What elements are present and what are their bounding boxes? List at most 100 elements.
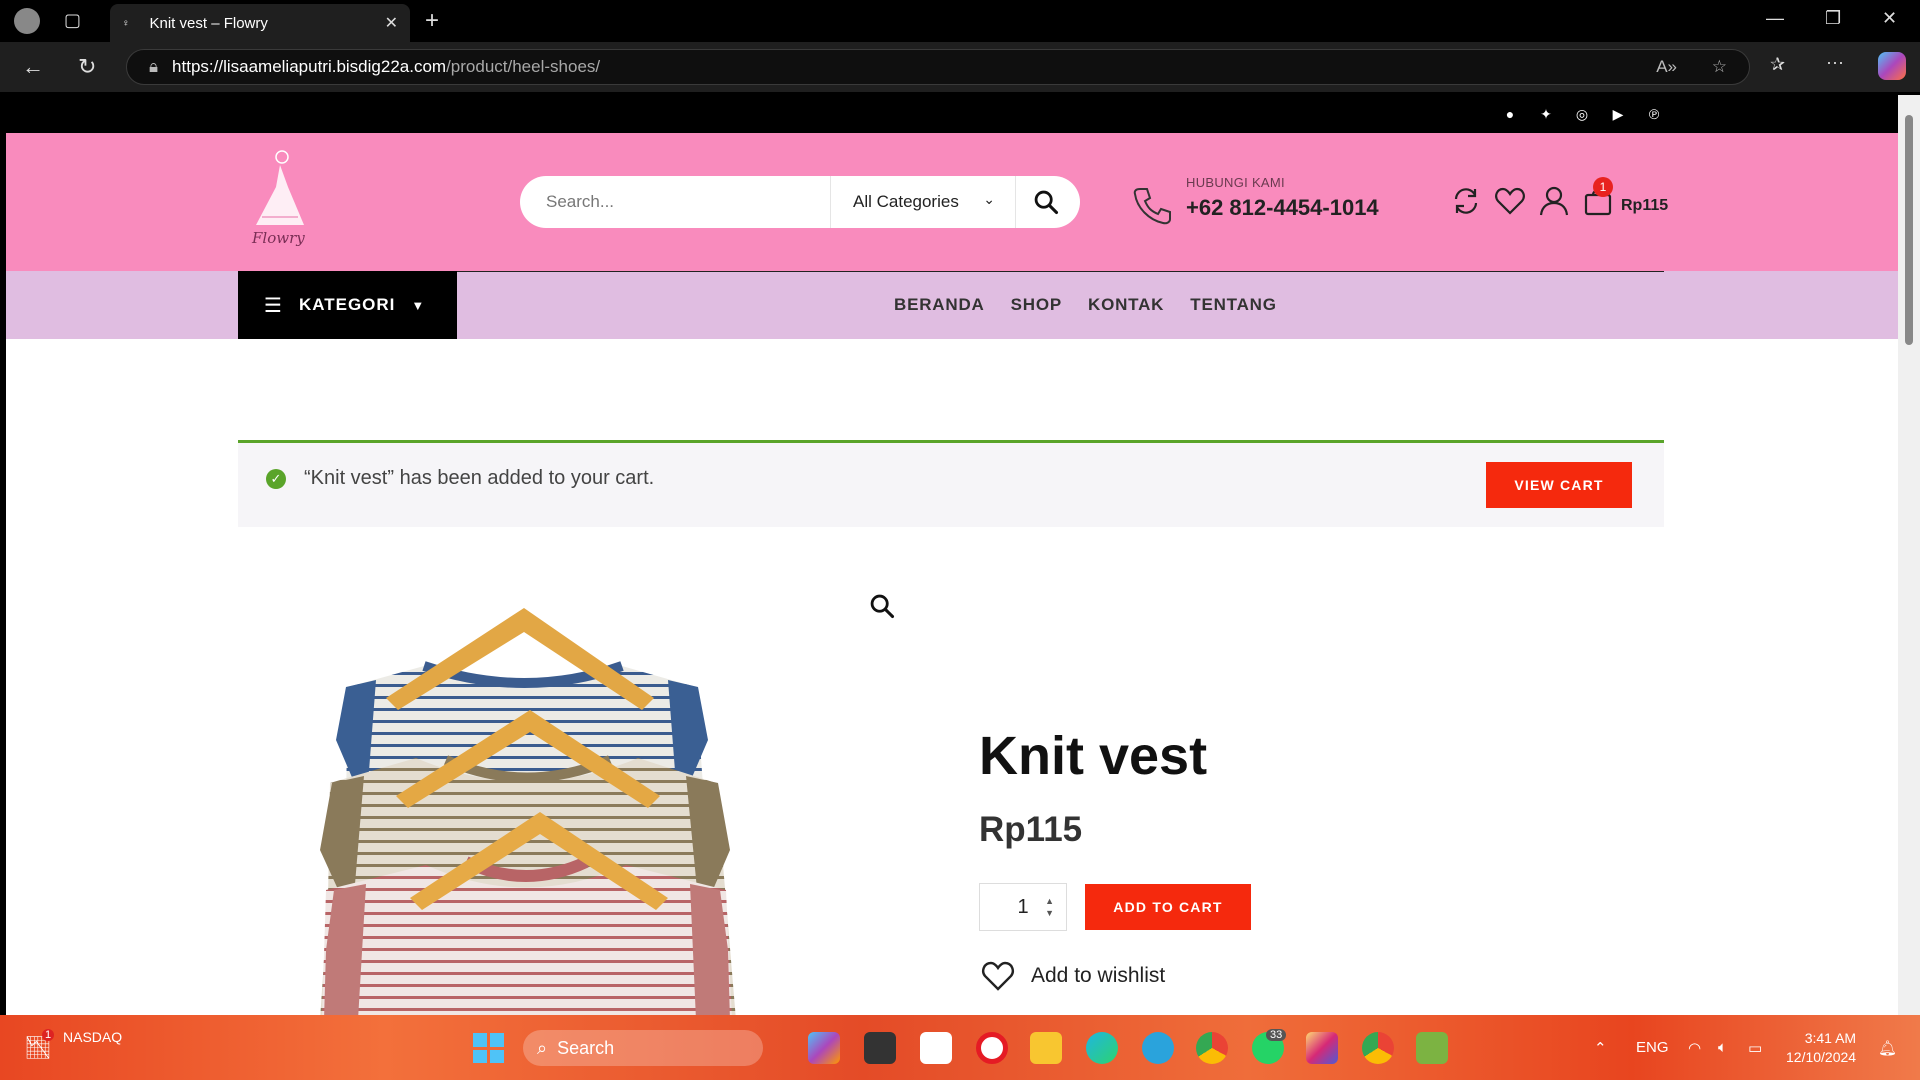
edge-icon[interactable] [1086, 1032, 1118, 1064]
file-explorer-icon[interactable] [1030, 1032, 1062, 1064]
hamburger-icon: ☰ [264, 294, 283, 317]
nav-item-kontak[interactable]: KONTAK [1088, 295, 1164, 315]
battery-icon[interactable]: ▭ [1748, 1039, 1762, 1057]
main-navigation: ☰ KATEGORI ▼ BERANDA SHOP KONTAK TENTANG [6, 271, 1898, 339]
search-icon: ⌕ [537, 1037, 548, 1058]
wishlist-heart-icon[interactable] [1494, 185, 1526, 217]
microsoft-store-icon[interactable] [920, 1032, 952, 1064]
windows-taskbar: 📉︎ 1 NASDAQ ⌕ Search 33 ⌃ ENG ◠ 🔈︎ ▭ 3:4… [0, 1015, 1920, 1080]
cart-notice: ✓ “Knit vest” has been added to your car… [238, 440, 1664, 527]
search-bar: All Categories ⌄ [520, 176, 1080, 228]
view-cart-button[interactable]: VIEW CART [1486, 462, 1632, 508]
new-tab-icon[interactable]: + [425, 7, 439, 35]
opera-icon[interactable] [976, 1032, 1008, 1064]
scrollbar-thumb[interactable] [1905, 115, 1913, 345]
compare-icon[interactable] [1450, 185, 1482, 217]
contact-phone[interactable]: +62 812-4454-1014 [1186, 195, 1379, 221]
widget-title[interactable]: NASDAQ [63, 1029, 122, 1045]
reload-icon[interactable]: ↻ [78, 54, 96, 80]
browser-tab[interactable]: ♀ Knit vest – Flowry ✕ [110, 4, 410, 42]
search-icon[interactable] [1032, 188, 1060, 216]
tab-title: Knit vest – Flowry [149, 14, 268, 32]
copilot-app-icon[interactable] [808, 1032, 840, 1064]
quantity-stepper[interactable]: 1 ▲ ▼ [979, 883, 1067, 931]
tab-close-icon[interactable]: ✕ [385, 13, 398, 33]
profile-avatar[interactable] [14, 8, 40, 34]
lock-icon: 🔒︎ [149, 57, 159, 76]
browser-toolbar: ← ↻ 🔒︎ https://lisaameliaputri.bisdig22a… [0, 42, 1920, 92]
language-indicator[interactable]: ENG [1636, 1039, 1669, 1056]
volume-icon[interactable]: 🔈︎ [1718, 1039, 1727, 1056]
tab-actions-icon[interactable]: ▢ [64, 10, 81, 31]
taskbar-clock[interactable]: 3:41 AM 12/10/2024 [1786, 1029, 1856, 1067]
svg-text:Flowry: Flowry [251, 229, 305, 247]
favorites-icon[interactable]: ✰ [1770, 54, 1785, 75]
nav-item-tentang[interactable]: TENTANG [1190, 295, 1277, 315]
notification-bell-icon[interactable]: 🔔︎ [1878, 1039, 1897, 1057]
heart-icon [982, 961, 1014, 991]
more-menu-icon[interactable]: ··· [1826, 52, 1844, 73]
kategori-menu-button[interactable]: ☰ KATEGORI ▼ [238, 271, 457, 339]
category-select-value: All Categories [853, 192, 959, 211]
add-to-cart-button[interactable]: ADD TO CART [1085, 884, 1251, 930]
url-path: /product/heel-shoes/ [446, 57, 601, 76]
widget-badge: 1 [42, 1029, 55, 1041]
nav-menu: BERANDA SHOP KONTAK TENTANG [894, 271, 1277, 339]
instagram-app-icon[interactable] [1306, 1032, 1338, 1064]
nav-item-shop[interactable]: SHOP [1011, 295, 1062, 315]
whatsapp-badge: 33 [1266, 1029, 1287, 1041]
close-window-icon[interactable]: ✕ [1882, 8, 1897, 29]
tab-favicon-icon: ♀ [122, 17, 130, 29]
flowry-logo[interactable]: Flowry [242, 147, 314, 251]
account-user-icon[interactable] [1538, 185, 1570, 217]
chevron-down-icon: ⌄ [983, 191, 995, 207]
kategori-label: KATEGORI [298, 295, 396, 314]
page-scrollbar[interactable] [1898, 95, 1920, 1015]
notice-message: “Knit vest” has been added to your cart. [304, 467, 655, 489]
product-image[interactable] [316, 600, 916, 1015]
telegram-icon[interactable] [1142, 1032, 1174, 1064]
wifi-icon[interactable]: ◠ [1688, 1039, 1701, 1057]
youtube-icon[interactable]: ▶ [1608, 104, 1628, 124]
app-icon-cube[interactable] [864, 1032, 896, 1064]
clock-time: 3:41 AM [1804, 1030, 1857, 1046]
cart-total[interactable]: Rp115 [1621, 197, 1668, 215]
browser-titlebar: ▢ ♀ Knit vest – Flowry ✕ + — ❐ ✕ [0, 0, 1920, 42]
restore-icon[interactable]: ❐ [1825, 8, 1841, 29]
quantity-value: 1 [1017, 895, 1029, 918]
success-check-icon: ✓ [266, 469, 286, 489]
instagram-icon[interactable]: ◎ [1572, 104, 1592, 124]
taskbar-search[interactable]: ⌕ Search [523, 1030, 763, 1066]
product-price: Rp115 [979, 810, 1083, 849]
url-host: https://lisaameliaputri.bisdig22a.com [172, 57, 447, 76]
back-icon[interactable]: ← [22, 54, 44, 80]
stepper-arrows-icon[interactable]: ▲ ▼ [1045, 895, 1054, 919]
tray-overflow-chevron-icon[interactable]: ⌃ [1594, 1039, 1607, 1057]
chrome-profile-icon[interactable] [1362, 1032, 1394, 1064]
favorite-star-icon[interactable]: ☆ [1712, 57, 1727, 77]
contact-label: HUBUNGI KAMI [1186, 175, 1285, 190]
windows-start-icon[interactable] [472, 1032, 504, 1064]
category-select[interactable]: All Categories ⌄ [830, 176, 1016, 228]
copilot-icon[interactable] [1878, 52, 1906, 80]
web-page: ● ✦ ◎ ▶ ℗ Flowry All Categories ⌄ HUBU [6, 95, 1898, 1015]
facebook-icon[interactable]: ● [1500, 104, 1520, 124]
add-to-wishlist-link[interactable]: Add to wishlist [981, 961, 1165, 991]
taskbar-search-label: Search [557, 1037, 615, 1058]
wishlist-label: Add to wishlist [1031, 964, 1166, 987]
product-title: Knit vest [979, 726, 1208, 786]
phone-icon [1133, 188, 1171, 225]
social-topbar: ● ✦ ◎ ▶ ℗ [6, 95, 1898, 133]
chevron-down-icon: ▼ [411, 297, 426, 313]
chrome-icon[interactable] [1196, 1032, 1228, 1064]
nav-item-beranda[interactable]: BERANDA [894, 295, 985, 315]
read-aloud-icon[interactable]: A» [1656, 57, 1677, 77]
minimize-icon[interactable]: — [1766, 8, 1784, 29]
pinterest-icon[interactable]: ℗ [1644, 104, 1664, 124]
cart-count-badge: 1 [1593, 177, 1613, 197]
twitter-icon[interactable]: ✦ [1536, 104, 1556, 124]
address-bar[interactable]: 🔒︎ https://lisaameliaputri.bisdig22a.com… [126, 49, 1750, 85]
site-header: Flowry All Categories ⌄ HUBUNGI KAMI +62… [6, 133, 1898, 271]
app-icon-game[interactable] [1416, 1032, 1448, 1064]
search-input[interactable] [546, 192, 846, 212]
